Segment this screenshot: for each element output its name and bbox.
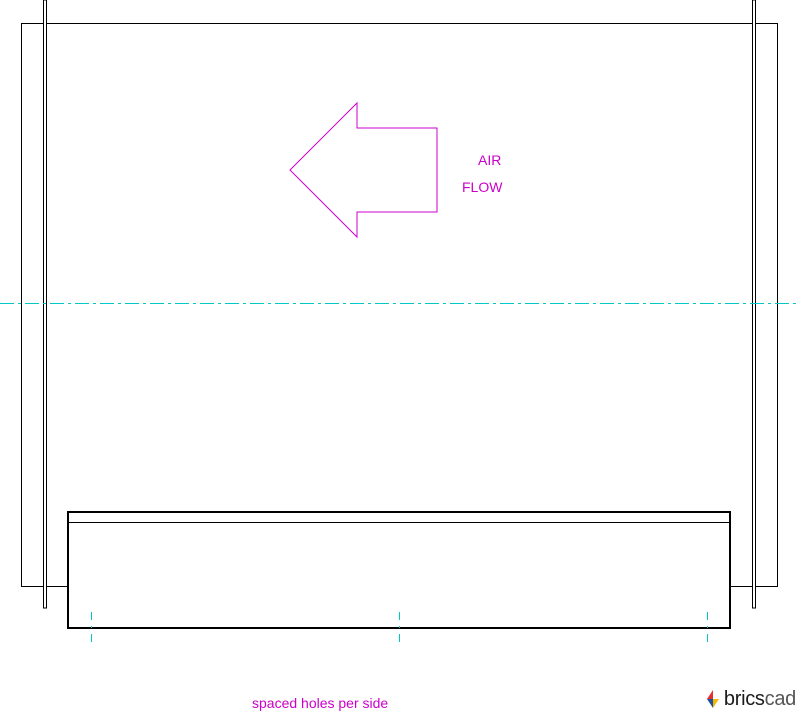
- bricscad-logo-text: bricscad: [724, 689, 796, 709]
- duct-body-outline: [21, 23, 778, 587]
- airflow-label-flow: FLOW: [462, 179, 503, 195]
- cad-drawing: AIR FLOW spaced holes per side: [0, 0, 800, 711]
- logo-text-brics: brics: [723, 688, 765, 710]
- holes-note: spaced holes per side: [252, 695, 388, 711]
- bricscad-logo-icon: [706, 690, 719, 708]
- airflow-arrow: [289, 101, 438, 239]
- bottom-panel: [67, 511, 731, 629]
- bricscad-logo: bricscad: [705, 689, 796, 709]
- airflow-label-air: AIR: [478, 152, 501, 168]
- logo-text-cad: cad: [764, 688, 797, 710]
